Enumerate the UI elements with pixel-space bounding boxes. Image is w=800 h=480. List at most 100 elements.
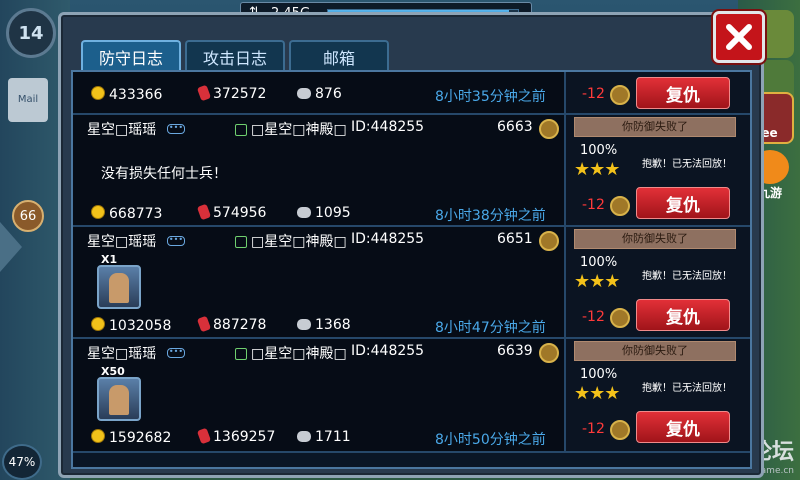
time-ago: 8小时50分钟之前 [435, 432, 546, 448]
gold-value: 1032058 [109, 318, 172, 334]
entry-actions: 你防御失败了 100% ★★★ 抱歉！已无法回放！ -12 复仇 [564, 227, 750, 337]
ore-loot: 1711 [297, 429, 351, 445]
troop-count: X1 [101, 253, 118, 266]
replay-unavailable-note: 抱歉！已无法回放！ [642, 383, 732, 394]
tab-bar: 防守日志 攻击日志 邮箱 [81, 40, 389, 72]
destruction-percent: 100% [580, 143, 618, 158]
gold-loot: 1592682 [91, 429, 171, 446]
gold-loot: 1032058 [91, 317, 171, 334]
level-badge[interactable]: 14 [6, 8, 56, 58]
medal-icon [610, 420, 630, 440]
gold-loot: 433366 [91, 86, 162, 103]
entry-actions: -12 复仇 [564, 72, 750, 113]
battery-indicator: 47% [2, 444, 42, 480]
trophy-loss: -12 [582, 421, 605, 437]
trophy-count: 6663 [497, 119, 533, 135]
log-entry: 星空□瑶瑶 ••• □星空□神殿□ ID:448255 6639 X50 159… [73, 339, 750, 453]
revenge-button[interactable]: 复仇 [636, 299, 730, 331]
trophy-loss: -12 [582, 86, 605, 102]
chat-icon[interactable]: ••• [167, 236, 185, 246]
elixir-value: 887278 [213, 317, 267, 333]
revenge-button[interactable]: 复仇 [636, 411, 730, 443]
gold-icon [91, 205, 105, 219]
elixir-loot: 887278 [196, 315, 267, 333]
troop-card: X1 [97, 253, 141, 309]
soldier-icon [109, 273, 129, 303]
destruction-percent: 100% [580, 367, 618, 382]
ore-icon [297, 207, 311, 218]
gold-value: 668773 [109, 206, 163, 222]
time-ago: 8小时47分钟之前 [435, 320, 546, 336]
attacker-name: 星空□瑶瑶 [87, 346, 157, 362]
attacker-guild: □星空□神殿□ [235, 231, 347, 251]
log-panel: 防守日志 攻击日志 邮箱 433366 372572 876 8小时35分钟之前… [58, 11, 765, 478]
log-entry: 星空□瑶瑶 ••• □星空□神殿□ ID:448255 6663 没有损失任何士… [73, 115, 750, 227]
trophy-loss: -12 [582, 197, 605, 213]
defense-result-badge: 你防御失败了 [574, 229, 736, 249]
gold-icon [91, 317, 105, 331]
no-loss-message: 没有损失任何士兵！ [101, 166, 227, 182]
trophy-medal-icon [539, 343, 559, 363]
soldier-icon [109, 385, 129, 415]
elixir-icon [196, 203, 212, 221]
ore-value: 1368 [315, 317, 351, 333]
ore-loot: 1368 [297, 317, 351, 333]
ore-value: 876 [315, 86, 342, 102]
gold-icon [91, 86, 105, 100]
tab-mailbox[interactable]: 邮箱 [289, 40, 389, 72]
entry-actions: 你防御失败了 100% ★★★ 抱歉！已无法回放！ -12 复仇 [564, 339, 750, 451]
trophy-count: 6651 [497, 231, 533, 247]
log-entry: 433366 372572 876 8小时35分钟之前 -12 复仇 [73, 72, 750, 115]
guild-name: □星空□神殿□ [251, 346, 347, 362]
chat-icon[interactable]: ••• [167, 348, 185, 358]
attacker-guild: □星空□神殿□ [235, 343, 347, 363]
guild-name: □星空□神殿□ [251, 122, 347, 138]
troop-count: X50 [101, 365, 125, 378]
trophy-medal-icon [539, 119, 559, 139]
gold-value: 433366 [109, 87, 163, 103]
revenge-button[interactable]: 复仇 [636, 77, 730, 109]
close-icon [726, 24, 752, 50]
gold-icon [91, 429, 105, 443]
attacker-name: 星空□瑶瑶 [87, 234, 157, 250]
gold-loot: 668773 [91, 205, 162, 222]
elixir-value: 574956 [213, 205, 267, 221]
replay-unavailable-note: 抱歉！已无法回放！ [642, 159, 732, 170]
attacker-id: ID:448255 [351, 343, 425, 359]
time-ago: 8小时38分钟之前 [435, 208, 546, 224]
replay-unavailable-note: 抱歉！已无法回放！ [642, 271, 732, 282]
trophy-count: 6639 [497, 343, 533, 359]
trophy-medal-icon [539, 231, 559, 251]
medal-icon [610, 196, 630, 216]
gold-value: 1592682 [109, 430, 172, 446]
tab-defense-log[interactable]: 防守日志 [81, 40, 181, 72]
guild-icon [235, 236, 247, 248]
tab-attack-log[interactable]: 攻击日志 [185, 40, 285, 72]
time-ago: 8小时35分钟之前 [435, 89, 546, 105]
ore-icon [297, 88, 311, 99]
ore-loot: 876 [297, 86, 342, 102]
chat-icon[interactable]: ••• [167, 124, 185, 134]
medal-icon [610, 85, 630, 105]
troop-card: X50 [97, 365, 141, 421]
elixir-icon [196, 84, 212, 102]
revenge-button[interactable]: 复仇 [636, 187, 730, 219]
elixir-icon [196, 427, 212, 445]
defense-log-list[interactable]: 433366 372572 876 8小时35分钟之前 -12 复仇 星空□瑶瑶… [71, 70, 752, 469]
guild-icon [235, 124, 247, 136]
entry-actions: 你防御失败了 100% ★★★ 抱歉！已无法回放！ -12 复仇 [564, 115, 750, 225]
elixir-loot: 574956 [196, 203, 267, 221]
destruction-percent: 100% [580, 255, 618, 270]
elixir-loot: 1369257 [196, 427, 275, 445]
ore-value: 1711 [315, 429, 351, 445]
defense-result-badge: 你防御失败了 [574, 341, 736, 361]
ore-value: 1095 [315, 205, 351, 221]
close-button[interactable] [713, 11, 765, 63]
ore-icon [297, 319, 311, 330]
attacker-guild: □星空□神殿□ [235, 119, 347, 139]
attacker-id: ID:448255 [351, 231, 425, 247]
mail-icon[interactable]: Mail [8, 78, 48, 122]
attacker-id: ID:448255 [351, 119, 425, 135]
star-rating: ★★★ [574, 271, 620, 292]
log-entry: 星空□瑶瑶 ••• □星空□神殿□ ID:448255 6651 X1 1032… [73, 227, 750, 339]
